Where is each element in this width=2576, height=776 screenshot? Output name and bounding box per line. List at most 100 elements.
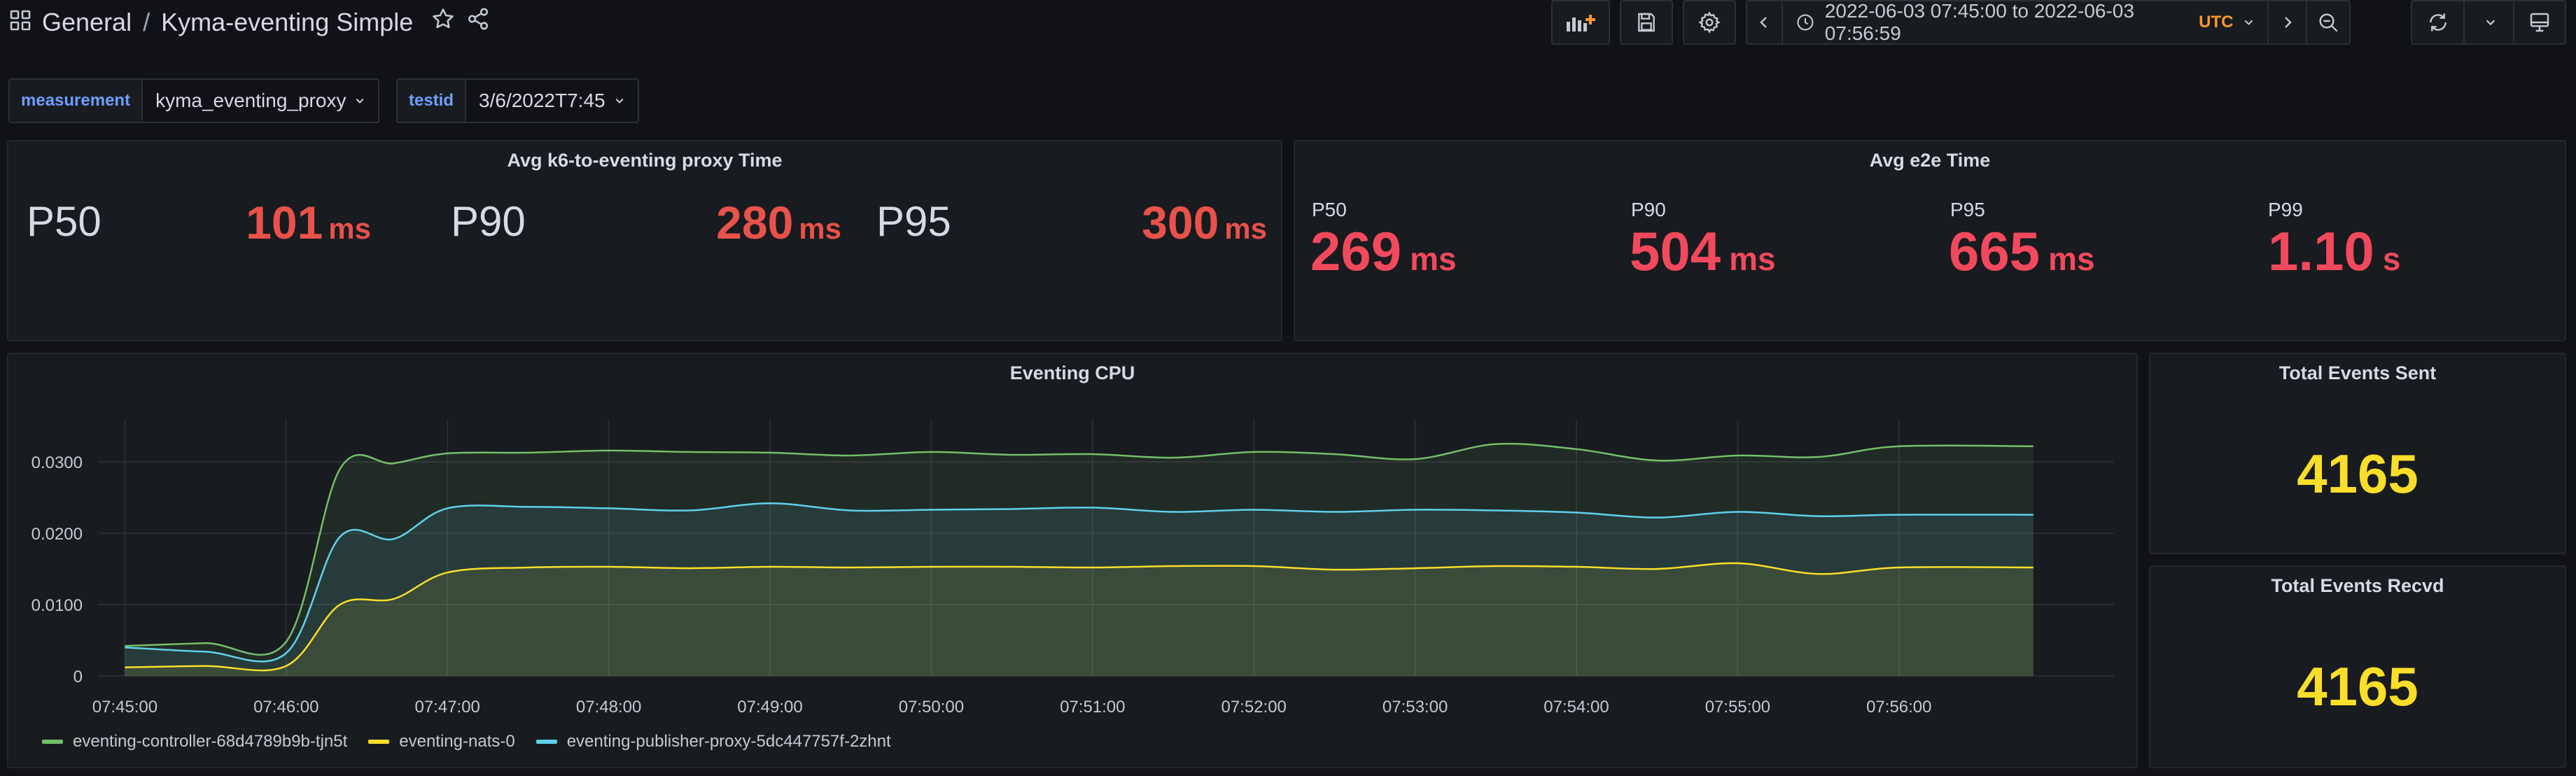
stat-unit: ms <box>1224 212 1267 245</box>
panel-total-events-recvd[interactable]: Total Events Recvd 4165 <box>2149 565 2566 768</box>
time-picker-button[interactable]: 2022-06-03 07:45:00 to 2022-06-03 07:56:… <box>1783 0 2269 44</box>
time-shift-back-button[interactable] <box>1747 1 1783 43</box>
stat-value-sent: 4165 <box>2297 443 2418 505</box>
y-tick-label: 0.0200 <box>31 525 83 544</box>
stat-value-recvd: 4165 <box>2297 656 2418 717</box>
x-tick-label: 07:46:00 <box>253 698 318 717</box>
stat-unit: ms <box>799 212 841 245</box>
star-icon[interactable] <box>431 7 455 37</box>
chevron-left-icon <box>1760 17 1768 28</box>
chevron-down-icon <box>615 98 624 104</box>
save-dashboard-button[interactable] <box>1620 0 1673 45</box>
dashboard-title[interactable]: Kyma-eventing Simple <box>161 8 413 37</box>
save-icon <box>1638 13 1655 32</box>
eventing-cpu-chart[interactable]: 0 0.0100 0.0200 0.0300 07:45:00 07:46:00 07:47… <box>7 353 2138 768</box>
breadcrumb-separator: / <box>143 7 150 36</box>
stat-label-p99: P99 <box>2268 199 2303 220</box>
y-tick-label: 0.0300 <box>31 453 83 472</box>
tv-mode-button[interactable] <box>2513 0 2566 45</box>
x-tick-label: 07:55:00 <box>1705 698 1770 717</box>
stat-label-p50: P50 <box>1312 199 1347 220</box>
x-tick-label: 07:47:00 <box>414 698 479 717</box>
panel-total-events-sent[interactable]: Total Events Sent 4165 <box>2149 353 2566 554</box>
stat-label-p90: P90 <box>1631 199 1666 220</box>
apps-grid-icon[interactable] <box>10 8 31 37</box>
stat-unit: s <box>2382 241 2401 277</box>
add-panel-button[interactable] <box>1551 0 1610 45</box>
stat-number: 101 <box>246 197 323 248</box>
chevron-down-icon <box>2486 20 2495 26</box>
clock-icon <box>1797 14 1814 31</box>
time-range-text: 2022-06-03 07:45:00 to 2022-06-03 07:56:… <box>1824 0 2134 44</box>
stat-number: 269 <box>1310 220 1402 282</box>
dashboard-settings-button[interactable] <box>1683 0 1736 45</box>
x-tick-label: 07:51:00 <box>1060 698 1125 717</box>
stat-value-p95: 300 ms <box>1142 196 1267 249</box>
x-tick-label: 07:48:00 <box>576 698 641 717</box>
refresh-group <box>2411 0 2517 45</box>
variable-select-testid[interactable]: 3/6/2022T7:45 <box>466 78 639 123</box>
stat-value-p99: 1.10 s <box>2268 220 2400 283</box>
stat-value-p90: 280 ms <box>716 196 841 249</box>
panel-title: Total Events Recvd <box>2271 575 2444 596</box>
timezone-label: UTC <box>2199 13 2234 31</box>
stat-value-p50: 101 ms <box>246 196 371 249</box>
monitor-icon <box>2530 13 2549 32</box>
refresh-interval-dropdown[interactable] <box>2465 1 2516 43</box>
stat-number: 280 <box>716 197 794 248</box>
variable-value: kyma_eventing_proxy <box>155 90 346 111</box>
legend-item-controller[interactable]: eventing-controller-68d4789b9b-tjn5t <box>42 732 347 752</box>
stat-label-p95: P95 <box>876 198 951 245</box>
legend-swatch <box>536 740 557 744</box>
panel-k6-proxy-time[interactable]: Avg k6-to-eventing proxy Time P50 101 ms … <box>7 140 1282 341</box>
y-tick-label: 0 <box>74 668 83 686</box>
stat-label-p50: P50 <box>27 198 102 245</box>
time-range-group: 2022-06-03 07:45:00 to 2022-06-03 07:56:… <box>1746 0 2351 45</box>
legend-label: eventing-publisher-proxy-5dc447757f-2zhn… <box>566 732 891 751</box>
stat-unit: ms <box>328 212 371 245</box>
legend-item-nats[interactable]: eventing-nats-0 <box>368 732 515 752</box>
variable-select-measurement[interactable]: kyma_eventing_proxy <box>143 78 380 123</box>
top-bar: General / Kyma-eventing Simple 2022-06-0… <box>0 0 2576 49</box>
x-tick-label: 07:50:00 <box>899 698 964 717</box>
chevron-right-icon <box>2284 17 2292 28</box>
stat-value-p50: 269 ms <box>1310 220 1457 283</box>
x-tick-label: 07:53:00 <box>1382 698 1448 717</box>
stat-number: 1.10 <box>2268 220 2374 282</box>
x-tick-label: 07:49:00 <box>737 698 802 717</box>
stat-unit: ms <box>2048 241 2095 277</box>
x-tick-label: 07:45:00 <box>92 698 158 717</box>
legend-label: eventing-nats-0 <box>399 732 515 751</box>
stat-number: 665 <box>1949 220 2040 282</box>
breadcrumb-folder[interactable]: General <box>42 8 132 37</box>
chevron-down-icon <box>356 98 364 104</box>
add-panel-icon <box>1567 15 1595 31</box>
panel-title: Total Events Sent <box>2278 362 2437 383</box>
legend-item-publisher[interactable]: eventing-publisher-proxy-5dc447757f-2zhn… <box>536 732 891 752</box>
stat-unit: ms <box>1729 241 1776 277</box>
legend-label: eventing-controller-68d4789b9b-tjn5t <box>73 732 348 751</box>
stat-unit: ms <box>1410 241 1457 277</box>
stat-label-p90: P90 <box>451 198 526 245</box>
refresh-icon <box>2429 13 2446 31</box>
stat-number: 504 <box>1630 220 1721 282</box>
share-icon[interactable] <box>466 7 490 37</box>
zoom-out-button[interactable] <box>2307 1 2349 43</box>
panel-e2e-time[interactable]: Avg e2e Time P50 269 ms P90 504 ms P95 665… <box>1294 140 2566 341</box>
variable-label: measurement <box>8 78 144 123</box>
panel-title: Avg e2e Time <box>1869 150 1991 171</box>
variable-testid: testid 3/6/2022T7:45 <box>396 78 639 123</box>
x-tick-label: 07:52:00 <box>1221 698 1286 717</box>
variable-value: 3/6/2022T7:45 <box>479 90 606 111</box>
time-shift-forward-button[interactable] <box>2269 1 2307 43</box>
refresh-button[interactable] <box>2412 1 2465 43</box>
stat-value-p95: 665 ms <box>1949 220 2095 283</box>
variable-label: testid <box>396 78 467 123</box>
chart-legend: eventing-controller-68d4789b9b-tjn5t eve… <box>42 732 891 752</box>
x-tick-label: 07:54:00 <box>1544 698 1609 717</box>
panel-title: Avg k6-to-eventing proxy Time <box>507 150 783 171</box>
stat-label-p95: P95 <box>1950 199 1985 220</box>
stat-number: 300 <box>1142 197 1219 248</box>
legend-swatch <box>368 740 390 744</box>
y-tick-label: 0.0100 <box>31 596 83 615</box>
